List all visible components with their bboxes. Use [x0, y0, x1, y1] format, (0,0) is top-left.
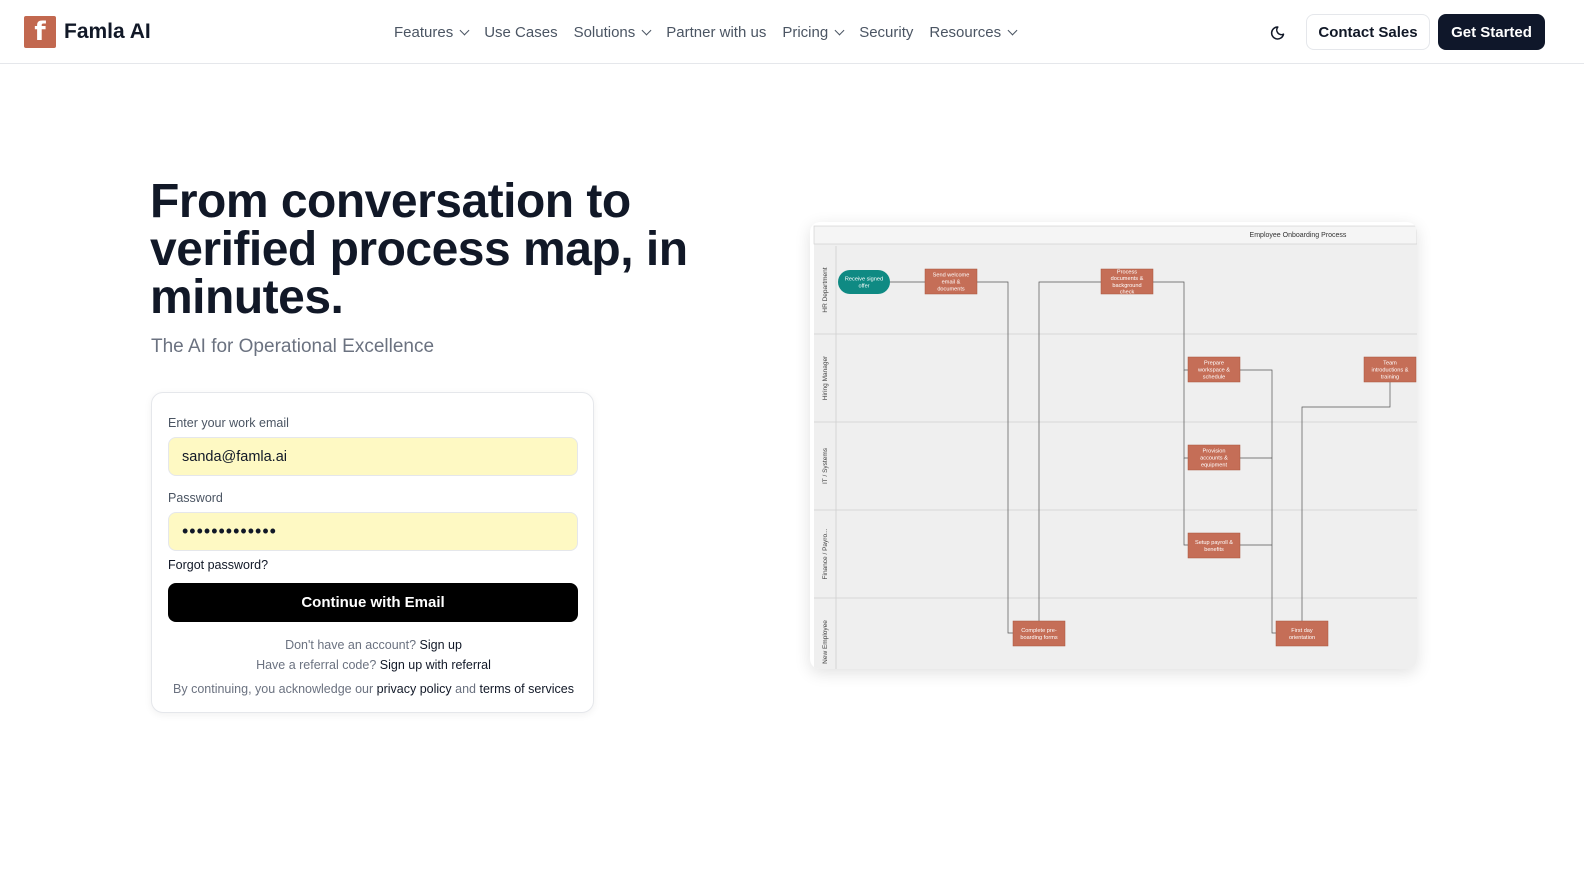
nav-label: Pricing	[782, 23, 829, 41]
password-label: Password	[168, 491, 223, 505]
referral-text: Have a referral code?	[256, 658, 377, 672]
sign-up-link[interactable]: Sign up	[420, 638, 462, 652]
swimlane-diagram: Employee Onboarding Process HR Department…	[813, 225, 1417, 669]
contact-sales-button[interactable]: Contact Sales	[1306, 14, 1430, 50]
famla-logo-icon: f	[24, 16, 56, 48]
node-label: check	[1120, 290, 1135, 296]
node-label: schedule	[1203, 374, 1225, 380]
node-label: training	[1381, 374, 1399, 380]
node-label: equipment	[1201, 462, 1228, 468]
legal-prefix: By continuing, you acknowledge our	[173, 682, 374, 696]
node-label: documents &	[1111, 276, 1144, 282]
nav-partner[interactable]: Partner with us	[666, 20, 766, 44]
nav-pricing[interactable]: Pricing	[782, 20, 845, 44]
node-label: offer	[858, 283, 869, 289]
password-field[interactable]: •••••••••••••	[168, 512, 578, 551]
nav-label: Resources	[929, 23, 1002, 41]
node-label: orientation	[1289, 635, 1315, 641]
lane-label: Hiring Manager	[822, 355, 829, 400]
theme-toggle-button[interactable]	[1266, 20, 1292, 44]
email-label: Enter your work email	[168, 416, 289, 430]
node-label: Provision	[1202, 449, 1225, 455]
node-label: benefits	[1204, 547, 1224, 553]
chevron-down-icon	[1007, 25, 1018, 35]
nav-label: Use Cases	[484, 23, 558, 41]
top-nav-bar: f Famla AI Features Use Cases Solutions …	[0, 0, 1584, 64]
process-map-preview: Employee Onboarding Process HR Department…	[810, 222, 1417, 669]
referral-line: Have a referral code? Sign up with refer…	[152, 658, 595, 672]
nav-solutions[interactable]: Solutions	[573, 20, 652, 44]
node-label: background	[1112, 283, 1141, 289]
nav-label: Solutions	[573, 23, 636, 41]
node-label: Setup payroll &	[1195, 540, 1233, 546]
main-nav: Features Use Cases Solutions Partner wit…	[394, 20, 1018, 44]
node-label: Complete pre-	[1021, 628, 1057, 634]
no-account-text: Don't have an account?	[285, 638, 417, 652]
node-label: documents	[937, 286, 965, 292]
login-card: Enter your work email sanda@famla.ai Pas…	[151, 392, 594, 713]
nav-label: Security	[859, 23, 914, 41]
legal-line: By continuing, you acknowledge our priva…	[152, 682, 595, 696]
node-label: Receive signed	[845, 277, 883, 283]
terms-of-services-link[interactable]: terms of services	[480, 682, 574, 696]
moon-icon	[1270, 26, 1285, 40]
lane-label: IT / Systems	[822, 447, 829, 484]
node-label: accounts &	[1200, 456, 1228, 462]
node-label: Team	[1383, 361, 1397, 367]
lane-label: HR Department	[822, 267, 829, 312]
hero-subtitle: The AI for Operational Excellence	[151, 336, 435, 357]
node-label: Send welcome	[933, 273, 970, 279]
signup-line: Don't have an account? Sign up	[152, 638, 595, 652]
nav-label: Partner with us	[666, 23, 767, 41]
chevron-down-icon	[459, 25, 470, 35]
nav-label: Features	[394, 23, 454, 41]
nav-use-cases[interactable]: Use Cases	[484, 20, 557, 44]
node-label: introductions &	[1371, 368, 1408, 374]
node-label: Prepare	[1204, 361, 1224, 367]
continue-with-email-button[interactable]: Continue with Email	[168, 583, 578, 622]
nav-resources[interactable]: Resources	[929, 20, 1018, 44]
chevron-down-icon	[641, 25, 652, 35]
node-label: boarding forms	[1020, 635, 1058, 641]
legal-and: and	[455, 682, 477, 696]
brand-logo[interactable]: f Famla AI	[24, 16, 151, 48]
privacy-policy-link[interactable]: privacy policy	[377, 682, 452, 696]
nav-features[interactable]: Features	[394, 20, 470, 44]
node-label: First day	[1291, 628, 1313, 634]
node-label: email &	[942, 280, 961, 286]
logo-letter: f	[34, 17, 46, 47]
sign-up-referral-link[interactable]: Sign up with referral	[380, 658, 491, 672]
nav-security[interactable]: Security	[859, 20, 913, 44]
chevron-down-icon	[834, 25, 845, 35]
node-label: workspace &	[1197, 368, 1230, 374]
node-label: Process	[1117, 269, 1137, 275]
email-field[interactable]: sanda@famla.ai	[168, 437, 578, 476]
lane-label: Finance / Payro...	[822, 528, 829, 579]
brand-name: Famla AI	[64, 20, 151, 43]
forgot-password-link[interactable]: Forgot password?	[168, 558, 268, 572]
hero-title: From conversation to verified process ma…	[150, 175, 688, 324]
get-started-button[interactable]: Get Started	[1438, 14, 1545, 50]
lane-label: New Employee	[822, 620, 829, 664]
diagram-title: Employee Onboarding Process	[1250, 232, 1347, 239]
